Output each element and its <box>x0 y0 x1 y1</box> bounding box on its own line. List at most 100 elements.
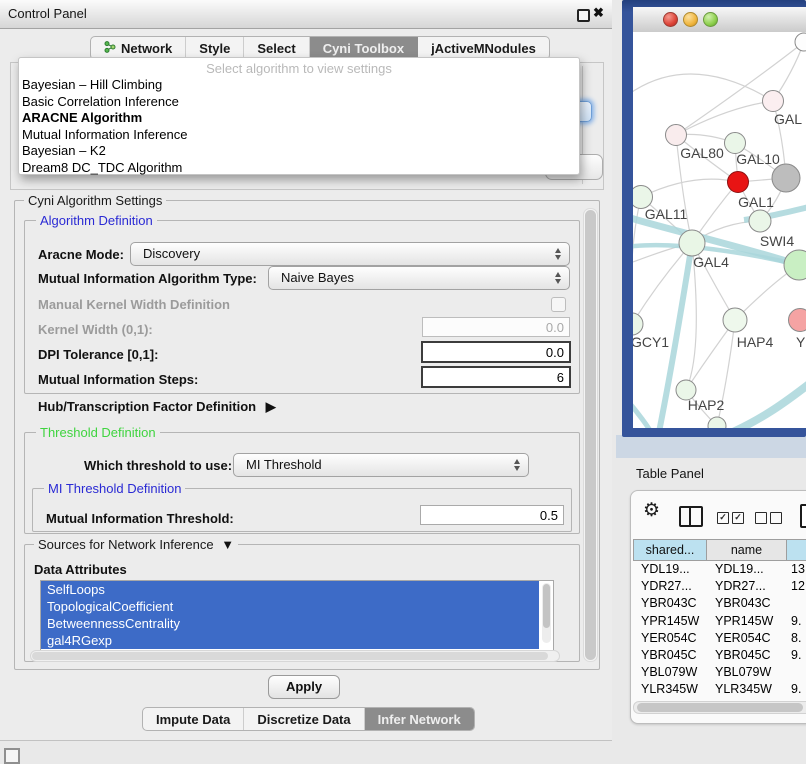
table-cell: YER054C <box>707 630 787 647</box>
algorithm-option-basic-correlation-inference[interactable]: Basic Correlation Inference <box>19 94 579 111</box>
table-row[interactable]: YLR345WYLR345W9. <box>633 681 806 698</box>
tab-label: Network <box>121 41 172 56</box>
network-edge <box>676 101 773 135</box>
table-row[interactable]: YBR045CYBR045C9. <box>633 647 806 664</box>
attribute-item-topologicalcoefficient[interactable]: TopologicalCoefficient <box>41 598 539 615</box>
table-cell: 9. <box>787 613 806 630</box>
tab-select[interactable]: Select <box>244 37 309 59</box>
algorithm-definition-legend: Algorithm Definition <box>36 213 157 228</box>
zoom-traffic-icon[interactable] <box>703 12 718 27</box>
network-node-hap4[interactable] <box>723 308 747 332</box>
table-row[interactable]: YPR145WYPR145W9. <box>633 613 806 630</box>
attribute-item-selfloops[interactable]: SelfLoops <box>41 581 539 598</box>
hub-definition-toggle[interactable]: Hub/Transcription Factor Definition ▶ <box>38 399 276 415</box>
tab-style[interactable]: Style <box>186 37 244 59</box>
partial-table-icon[interactable] <box>800 504 806 528</box>
minimize-traffic-icon[interactable] <box>683 12 698 27</box>
which-threshold-value: MI Threshold <box>246 457 322 472</box>
column-header-name[interactable]: name <box>707 539 787 561</box>
split-columns-icon[interactable] <box>679 506 703 527</box>
table-panel-card: ⚙ ✓ ✓ shared...name YDL19...YDL19...13YD… <box>630 490 806 724</box>
aracne-mode-label: Aracne Mode: <box>38 247 124 262</box>
node-label-hap4: HAP4 <box>737 334 774 350</box>
network-edge-thick <box>733 384 806 428</box>
network-edge <box>686 320 735 390</box>
node-label-gal1: GAL1 <box>738 194 774 210</box>
tab-jactivemnodules[interactable]: jActiveMNodules <box>418 37 549 59</box>
attributes-scrollbar[interactable] <box>542 583 551 643</box>
node-label-gal10: GAL10 <box>736 151 780 167</box>
network-node-swi4[interactable] <box>784 250 806 280</box>
expanded-arrow-icon: ▼ <box>221 537 234 552</box>
tab-cyni-toolbox[interactable]: Cyni Toolbox <box>310 37 418 59</box>
table-row[interactable]: YDL19...YDL19...13 <box>633 561 806 578</box>
tab-network[interactable]: Network <box>91 37 186 59</box>
table-row[interactable]: YDR27...YDR27...12 <box>633 578 806 595</box>
mi-steps-field[interactable] <box>421 366 571 388</box>
attribute-item-gal4rgexp[interactable]: gal4RGexp <box>41 632 539 649</box>
node-label-swi4: SWI4 <box>760 233 794 249</box>
table-cell <box>787 595 806 612</box>
algorithm-dropdown-popup: Select algorithm to view settings Bayesi… <box>18 57 580 175</box>
algorithm-option-dream8-dc-tdc-algorithm[interactable]: Dream8 DC_TDC Algorithm <box>19 160 579 177</box>
network-canvas[interactable]: GALGAL80GAL10GAL1GAL11GAL4SWI4GCY1HAP4YH… <box>633 32 806 428</box>
network-node-gal4[interactable] <box>679 230 705 256</box>
table-row[interactable]: YBL079WYBL079W <box>633 664 806 681</box>
close-icon[interactable]: ✖ <box>593 5 604 21</box>
network-node[interactable] <box>772 164 800 192</box>
cyni-settings-legend: Cyni Algorithm Settings <box>24 193 166 208</box>
table-cell: YBR043C <box>633 595 707 612</box>
gear-icon[interactable]: ⚙ <box>643 499 660 522</box>
table-cell: YLR345W <box>707 681 787 698</box>
apply-button[interactable]: Apply <box>268 675 340 699</box>
network-node[interactable] <box>749 210 771 232</box>
network-node-gal[interactable] <box>763 91 784 112</box>
column-header-shared-[interactable]: shared... <box>633 539 707 561</box>
which-threshold-select[interactable]: MI Threshold <box>233 453 529 477</box>
tab-label: jActiveMNodules <box>431 41 536 56</box>
mi-type-select[interactable]: Naive Bayes <box>268 266 570 290</box>
table-cell: YBR043C <box>707 595 787 612</box>
algorithm-list: Bayesian – Hill ClimbingBasic Correlatio… <box>19 77 579 176</box>
node-label-gal4: GAL4 <box>693 254 729 270</box>
algorithm-option-aracne-algorithm[interactable]: ARACNE Algorithm <box>19 110 579 127</box>
table-panel-title: Table Panel <box>636 466 704 481</box>
unchecked-pair-icon[interactable] <box>770 512 782 524</box>
mi-type-label: Mutual Information Algorithm Type: <box>38 271 257 286</box>
network-node-gal1[interactable] <box>728 172 749 193</box>
tab-impute-data[interactable]: Impute Data <box>143 708 244 730</box>
table-row[interactable]: YBR043CYBR043C <box>633 595 806 612</box>
sources-legend[interactable]: Sources for Network Inference ▼ <box>34 537 238 552</box>
table-hscrollbar[interactable] <box>633 701 806 714</box>
checked-pair-icon[interactable]: ✓ <box>732 512 744 524</box>
node-label-y: Y <box>796 334 806 350</box>
table-row[interactable]: YER054CYER054C8. <box>633 630 806 647</box>
algorithm-option-mutual-information-inference[interactable]: Mutual Information Inference <box>19 127 579 144</box>
algorithm-option-bayesian-hill-climbing[interactable]: Bayesian – Hill Climbing <box>19 77 579 94</box>
settings-scrollbar[interactable] <box>583 208 598 662</box>
network-node-y[interactable] <box>789 309 806 332</box>
mi-threshold-field[interactable] <box>420 505 564 525</box>
unchecked-pair-icon[interactable] <box>755 512 767 524</box>
desktop: Control Panel ✖ NetworkStyleSelectCyni T… <box>0 0 806 762</box>
tab-discretize-data[interactable]: Discretize Data <box>244 708 364 730</box>
tab-infer-network[interactable]: Infer Network <box>365 708 474 730</box>
dpi-tolerance-field[interactable] <box>421 341 571 363</box>
node-label-gal80: GAL80 <box>680 145 724 161</box>
network-node-gcy1[interactable] <box>633 313 643 335</box>
algorithm-option-bayesian-k2[interactable]: Bayesian – K2 <box>19 143 579 160</box>
checked-pair-icon[interactable]: ✓ <box>717 512 729 524</box>
manual-kernel-checkbox[interactable] <box>551 297 566 312</box>
aracne-mode-select[interactable]: Discovery <box>130 242 570 266</box>
float-icon[interactable] <box>577 9 590 22</box>
column-header-2[interactable] <box>787 539 806 561</box>
kernel-width-label: Kernel Width (0,1): <box>38 322 153 337</box>
network-node-gal80[interactable] <box>666 125 687 146</box>
data-attributes-list: SelfLoopsTopologicalCoefficientBetweenne… <box>40 580 554 651</box>
settings-hscrollbar[interactable] <box>30 650 560 662</box>
close-traffic-icon[interactable] <box>663 12 678 27</box>
attribute-item-betweennesscentrality[interactable]: BetweennessCentrality <box>41 615 539 632</box>
kernel-width-field[interactable] <box>422 317 570 337</box>
tab-label: Select <box>257 41 295 56</box>
background-band <box>616 435 806 458</box>
